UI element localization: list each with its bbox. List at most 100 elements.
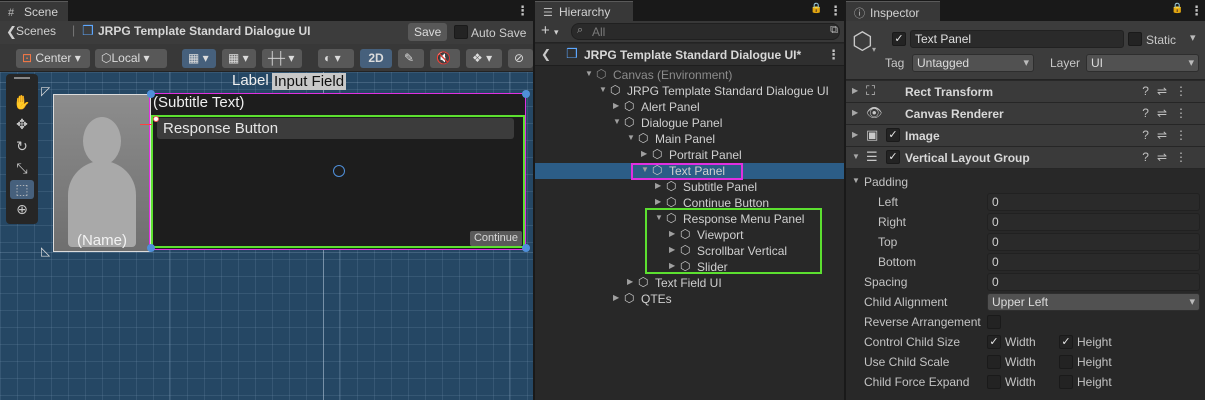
hierarchy-row-portrait-panel[interactable]: ▶ ⬡ Portrait Panel (535, 147, 844, 163)
component-menu-icon[interactable]: ⋮ (1175, 128, 1195, 142)
back-chevron-icon[interactable]: ❮ (541, 47, 551, 61)
child-alignment-dropdown[interactable]: Upper Left (987, 293, 1200, 311)
prefab-root-label[interactable]: JRPG Template Standard Dialogue UI* (584, 48, 801, 62)
padding-foldout[interactable]: ▼ Padding (846, 172, 1205, 192)
tab-inspector[interactable]: ⓘ Inspector (846, 1, 940, 21)
help-icon[interactable]: ? (1142, 106, 1157, 120)
layout-enabled-checkbox[interactable]: ✓ (886, 150, 900, 164)
subtitle-text[interactable]: (Subtitle Text) (151, 94, 523, 114)
expand-arrow-icon[interactable]: ▼ (852, 152, 860, 161)
rect-handle-bottom-right[interactable] (522, 244, 530, 252)
effects-dropdown[interactable]: ❖ ▾ (466, 49, 502, 68)
label-text[interactable]: Label (232, 72, 269, 89)
component-menu-icon[interactable]: ⋮ (1175, 84, 1195, 98)
active-checkbox[interactable]: ✓ (892, 32, 906, 46)
hierarchy-row-dialogue-panel[interactable]: ▼ ⬡ Dialogue Panel (535, 115, 844, 131)
component-vertical-layout-group[interactable]: ▼ ☰ ✓ Vertical Layout Group ?⇌⋮ (846, 147, 1205, 169)
hierarchy-row-text-field-ui[interactable]: ▶ ⬡ Text Field UI (535, 275, 844, 291)
expand-arrow-icon[interactable]: ▼ (585, 69, 593, 78)
collapse-arrow-icon[interactable]: ▶ (613, 101, 619, 110)
hierarchy-row-qtes[interactable]: ▶ ⬡ QTEs (535, 291, 844, 307)
expand-arrow-icon[interactable]: ▼ (852, 176, 860, 185)
input-field-text[interactable]: Input Field (272, 73, 347, 90)
rotate-tool-icon[interactable]: ↻ (10, 137, 34, 156)
hierarchy-menu-icon[interactable]: ⋮ (829, 3, 842, 19)
icon-dropdown-arrow-icon[interactable]: ▾ (872, 45, 876, 54)
component-menu-icon[interactable]: ⋮ (1175, 150, 1195, 164)
tab-hierarchy[interactable]: ☰ Hierarchy (535, 1, 633, 21)
static-checkbox[interactable] (1128, 32, 1142, 46)
rect-tool-icon[interactable]: ⬚ (10, 180, 34, 199)
scale-width-checkbox[interactable] (987, 355, 1001, 369)
object-name-input[interactable]: Text Panel (910, 30, 1124, 48)
scenes-label[interactable]: Scenes (16, 24, 56, 38)
help-icon[interactable]: ? (1142, 150, 1157, 164)
presets-icon[interactable]: ⇌ (1157, 84, 1175, 98)
collapse-arrow-icon[interactable]: ▶ (613, 293, 619, 302)
prefab-root-menu-icon[interactable]: ⋮ (827, 47, 840, 63)
component-image[interactable]: ▶ ▣ ✓ Image ?⇌⋮ (846, 125, 1205, 147)
2d-mode-toggle[interactable]: 2D (360, 49, 392, 68)
hierarchy-row-subtitle-panel[interactable]: ▶ ⬡ Subtitle Panel (535, 179, 844, 195)
lighting-toggle[interactable]: ✎ (398, 49, 424, 68)
inspector-menu-icon[interactable]: ⋮ (1190, 3, 1203, 19)
help-icon[interactable]: ? (1142, 84, 1157, 98)
hierarchy-search-input[interactable]: ⌕ All (571, 23, 840, 40)
hidden-objects-toggle[interactable]: ⊘ (508, 49, 533, 68)
rect-handle-bottom-left[interactable] (147, 244, 155, 252)
layer-dropdown[interactable]: UI (1086, 54, 1199, 72)
component-controls[interactable]: ?⇌⋮ (1142, 106, 1195, 120)
component-controls[interactable]: ?⇌⋮ (1142, 128, 1195, 142)
pivot-circle-icon[interactable] (333, 165, 345, 177)
padding-bottom-field[interactable]: 0 (987, 253, 1200, 271)
audio-toggle[interactable]: 🔇 (430, 49, 460, 68)
snap-grid-dropdown[interactable]: ▦ ▾ (182, 49, 216, 68)
transform-tool-icon[interactable]: ⊕ (10, 200, 34, 219)
anchor-bottom-left-icon[interactable]: ◺ (41, 244, 50, 258)
collapse-arrow-icon[interactable]: ▶ (655, 197, 661, 206)
hierarchy-row-canvas-environment[interactable]: ▼ ⬡ Canvas (Environment) (535, 67, 844, 83)
tab-scene[interactable]: # Scene (0, 1, 68, 21)
control-height-checkbox[interactable]: ✓ (1059, 335, 1073, 349)
move-tool-icon[interactable]: ✥ (10, 115, 34, 134)
scene-menu-icon[interactable]: ⋮ (516, 3, 529, 19)
hierarchy-row-alert-panel[interactable]: ▶ ⬡ Alert Panel (535, 99, 844, 115)
draw-mode-dropdown[interactable]: ◐ ▾ (318, 49, 354, 68)
add-object-button[interactable]: + ▾ (541, 22, 558, 39)
component-controls[interactable]: ?⇌⋮ (1142, 150, 1195, 164)
component-controls[interactable]: ?⇌⋮ (1142, 84, 1195, 98)
reverse-arrangement-checkbox[interactable] (987, 315, 1001, 329)
scene-viewport[interactable]: (Name) (Subtitle Text) Response Button C… (0, 72, 533, 400)
component-rect-transform[interactable]: ▶ ⛶ Rect Transform ?⇌⋮ (846, 81, 1205, 103)
expand-arrow-icon[interactable]: ▼ (627, 133, 635, 142)
anchor-point-icon[interactable] (153, 116, 159, 122)
presets-icon[interactable]: ⇌ (1157, 106, 1175, 120)
expand-width-checkbox[interactable] (987, 375, 1001, 389)
collapse-arrow-icon[interactable]: ▶ (852, 86, 858, 95)
rect-handle-top-right[interactable] (522, 90, 530, 98)
collapse-arrow-icon[interactable]: ▶ (627, 277, 633, 286)
prefab-title[interactable]: JRPG Template Standard Dialogue UI (98, 24, 310, 38)
collapse-arrow-icon[interactable]: ▶ (655, 181, 661, 190)
presets-icon[interactable]: ⇌ (1157, 128, 1175, 142)
component-menu-icon[interactable]: ⋮ (1175, 106, 1195, 120)
padding-right-field[interactable]: 0 (987, 213, 1200, 231)
drag-handle-icon[interactable] (14, 77, 30, 79)
padding-top-field[interactable]: 0 (987, 233, 1200, 251)
save-button[interactable]: Save (408, 23, 448, 41)
portrait-image[interactable]: (Name) (53, 94, 151, 252)
space-mode-dropdown[interactable]: ⬡Local ▾ (95, 49, 167, 68)
presets-icon[interactable]: ⇌ (1157, 150, 1175, 164)
search-filter-icon[interactable]: ⧉ (830, 24, 838, 37)
expand-arrow-icon[interactable]: ▼ (599, 85, 607, 94)
scale-height-checkbox[interactable] (1059, 355, 1073, 369)
help-icon[interactable]: ? (1142, 128, 1157, 142)
control-width-checkbox[interactable]: ✓ (987, 335, 1001, 349)
hierarchy-row-prefab-root[interactable]: ▼ ⬡ JRPG Template Standard Dialogue UI (535, 83, 844, 99)
static-dropdown-arrow-icon[interactable]: ▾ (1190, 31, 1196, 44)
hierarchy-row-main-panel[interactable]: ▼ ⬡ Main Panel (535, 131, 844, 147)
lock-icon[interactable]: 🔒 (810, 3, 822, 14)
lock-icon[interactable]: 🔒 (1171, 3, 1183, 14)
pivot-mode-dropdown[interactable]: ⊡ Center ▾ (16, 49, 90, 68)
spacing-field[interactable]: 0 (987, 273, 1200, 291)
